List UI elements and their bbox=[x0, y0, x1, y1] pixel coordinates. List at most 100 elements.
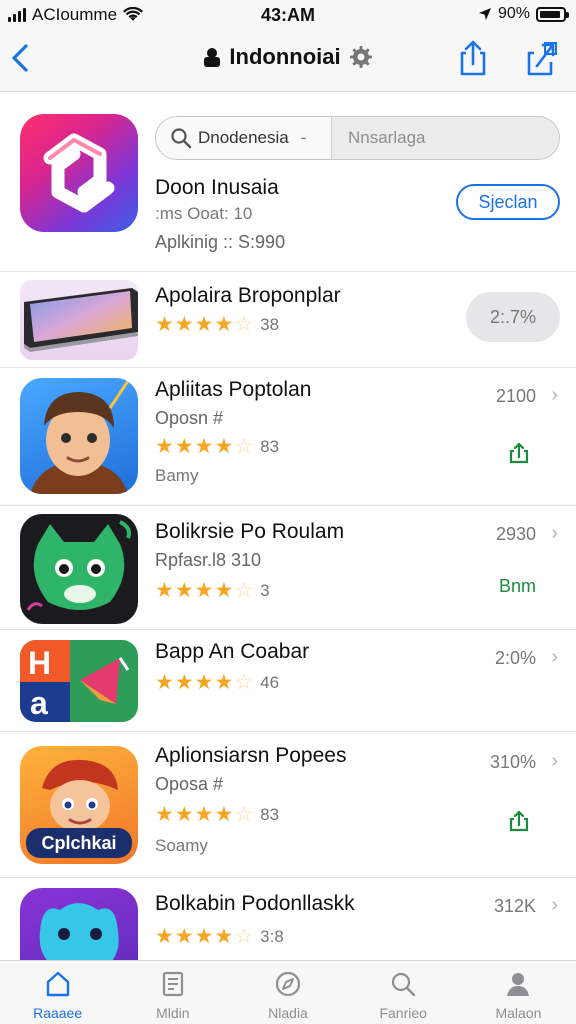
app-rating: ★★★★☆ 38 bbox=[155, 312, 279, 337]
compass-icon bbox=[275, 971, 301, 997]
svg-text:a: a bbox=[30, 685, 48, 721]
list-item[interactable]: Bolikrsie Po Roulam Rpfasr.l8 310 ★★★★☆ … bbox=[0, 506, 576, 630]
rating-stars: ★★★★☆ bbox=[155, 579, 255, 602]
featured-action-button[interactable]: Sjeclan bbox=[456, 184, 560, 220]
app-extra: Bamy bbox=[155, 466, 199, 485]
tab-home[interactable]: Raaaee bbox=[0, 961, 115, 1024]
phone-image-icon bbox=[20, 280, 138, 360]
app-title: Apolaira Broponplar bbox=[155, 284, 341, 307]
featured-app: Dnodenesia - Nnsarlaga Doon Inusaia :ms … bbox=[0, 92, 576, 272]
back-button[interactable] bbox=[6, 38, 36, 78]
chevron-right-icon[interactable]: › bbox=[551, 384, 558, 407]
search-icon bbox=[392, 972, 416, 997]
rating-stars: ★★★★☆ bbox=[155, 313, 255, 336]
app-subtitle: Oposa # bbox=[155, 774, 224, 794]
share-icon bbox=[509, 810, 529, 832]
download-button[interactable] bbox=[506, 808, 532, 834]
app-title: Bolikrsie Po Roulam bbox=[155, 520, 345, 543]
search-icon bbox=[171, 128, 192, 149]
rating-count: 83 bbox=[260, 804, 280, 824]
letters-glyph: H a bbox=[20, 640, 130, 722]
app-size: 310% bbox=[489, 752, 536, 772]
tab-label: Raaaee bbox=[33, 1005, 83, 1021]
app-title: Aplionsiarsn Popees bbox=[155, 744, 347, 767]
chevron-right-icon[interactable]: › bbox=[551, 894, 558, 917]
search-scope-label: Dnodenesia bbox=[198, 128, 289, 147]
app-rating: ★★★★☆ 83 bbox=[155, 802, 279, 827]
page-title: Indonnoiai bbox=[229, 44, 341, 69]
featured-line-2: Aplkinig :: S:990 bbox=[155, 232, 286, 252]
list-item[interactable]: Cplchkai Aplionsiarsn Popees Oposa # ★★★… bbox=[0, 732, 576, 878]
rating-count: 83 bbox=[260, 436, 280, 456]
share-icon bbox=[509, 442, 529, 464]
share-button[interactable] bbox=[455, 38, 491, 78]
tab-label: Malaon bbox=[495, 1005, 542, 1021]
app-title: Apliitas Poptolan bbox=[155, 378, 312, 401]
search-input[interactable]: Nnsarlaga bbox=[348, 128, 426, 148]
app-size: 2930 bbox=[495, 524, 536, 544]
cartoon-icon-text: Cplchkai bbox=[41, 833, 117, 853]
rating-stars: ★★★★☆ bbox=[155, 671, 255, 694]
phone-image-glyph bbox=[24, 288, 138, 352]
tab-label: Nladia bbox=[268, 1005, 308, 1021]
featured-title: Doon Inusaia bbox=[155, 176, 279, 199]
app-action-text[interactable]: Bnm bbox=[499, 576, 536, 597]
app-size: 2100 bbox=[495, 386, 536, 406]
tab-search[interactable]: Fanrieo bbox=[346, 961, 461, 1024]
app-rating: ★★★★☆ 83 bbox=[155, 434, 279, 459]
app-rating: ★★★★☆ 3 bbox=[155, 578, 270, 603]
battery-percent: 90% bbox=[497, 5, 530, 22]
list-item[interactable]: H a Bapp An Coabar ★★★★☆ 46 2:0% › bbox=[0, 630, 576, 732]
battery-fill bbox=[540, 10, 560, 18]
chevron-left-icon bbox=[12, 44, 28, 72]
rating-stars: ★★★★☆ bbox=[155, 803, 255, 826]
letters-icon: H a bbox=[20, 640, 138, 722]
monster-glyph bbox=[26, 520, 131, 611]
tab-explore[interactable]: Nladia bbox=[230, 961, 345, 1024]
cartoon-icon: Cplchkai bbox=[20, 746, 138, 864]
rating-stars: ★★★★☆ bbox=[155, 435, 255, 458]
chevron-right-icon[interactable]: › bbox=[551, 646, 558, 669]
app-rating: ★★★★☆ 46 bbox=[155, 670, 279, 695]
creature-icon bbox=[20, 888, 138, 960]
status-right: 90% bbox=[478, 5, 569, 23]
share-alt-button[interactable] bbox=[522, 38, 560, 78]
download-button[interactable] bbox=[506, 440, 532, 466]
featured-line-1: :ms Ooat: 10 bbox=[155, 204, 253, 223]
tab-bar: Raaaee Mldin Nladia Fanrieo Malaon bbox=[0, 960, 576, 1024]
app-extra: Soamy bbox=[155, 836, 208, 855]
monster-icon bbox=[20, 514, 138, 624]
app-logo-glyph bbox=[43, 133, 115, 213]
search-scope[interactable]: Dnodenesia - bbox=[156, 117, 332, 159]
share-icon bbox=[460, 40, 486, 76]
list-item[interactable]: Bolkabin Podonllaskk ★★★★☆ 3:8 312K › bbox=[0, 878, 576, 960]
home-icon bbox=[46, 971, 69, 997]
search-bar[interactable]: Dnodenesia - Nnsarlaga bbox=[155, 116, 560, 160]
gear-icon[interactable] bbox=[349, 45, 373, 69]
rating-count: 3 bbox=[260, 580, 270, 600]
app-subtitle: Oposn # bbox=[155, 408, 224, 428]
share-alt-icon bbox=[527, 42, 557, 76]
app-pill-button[interactable]: 2:.7% bbox=[466, 292, 560, 342]
tab-documents[interactable]: Mldin bbox=[115, 961, 230, 1024]
chevron-right-icon[interactable]: › bbox=[551, 750, 558, 773]
tab-label: Fanrieo bbox=[379, 1005, 427, 1021]
svg-text:H: H bbox=[28, 645, 51, 681]
tab-profile[interactable]: Malaon bbox=[461, 961, 576, 1024]
app-title: Bapp An Coabar bbox=[155, 640, 310, 663]
character-icon bbox=[20, 378, 138, 494]
app-title: Bolkabin Podonllaskk bbox=[155, 892, 355, 915]
list-item[interactable]: Apliitas Poptolan Oposn # ★★★★☆ 83 Bamy … bbox=[0, 368, 576, 506]
list-item[interactable]: Apolaira Broponplar ★★★★☆ 38 2:.7% bbox=[0, 272, 576, 368]
status-bar: ACIoumme 43:AM 90% bbox=[0, 0, 576, 30]
chevron-right-icon[interactable]: › bbox=[551, 522, 558, 545]
person-icon bbox=[507, 973, 530, 996]
app-logo-icon[interactable] bbox=[20, 114, 138, 232]
creature-glyph bbox=[39, 903, 119, 960]
app-rating: ★★★★☆ 3:8 bbox=[155, 924, 284, 949]
rating-count: 46 bbox=[260, 672, 280, 692]
app-size: 312K bbox=[493, 896, 536, 916]
battery-icon bbox=[536, 6, 569, 22]
character-glyph bbox=[30, 378, 132, 494]
app-size: 2:0% bbox=[494, 648, 536, 668]
